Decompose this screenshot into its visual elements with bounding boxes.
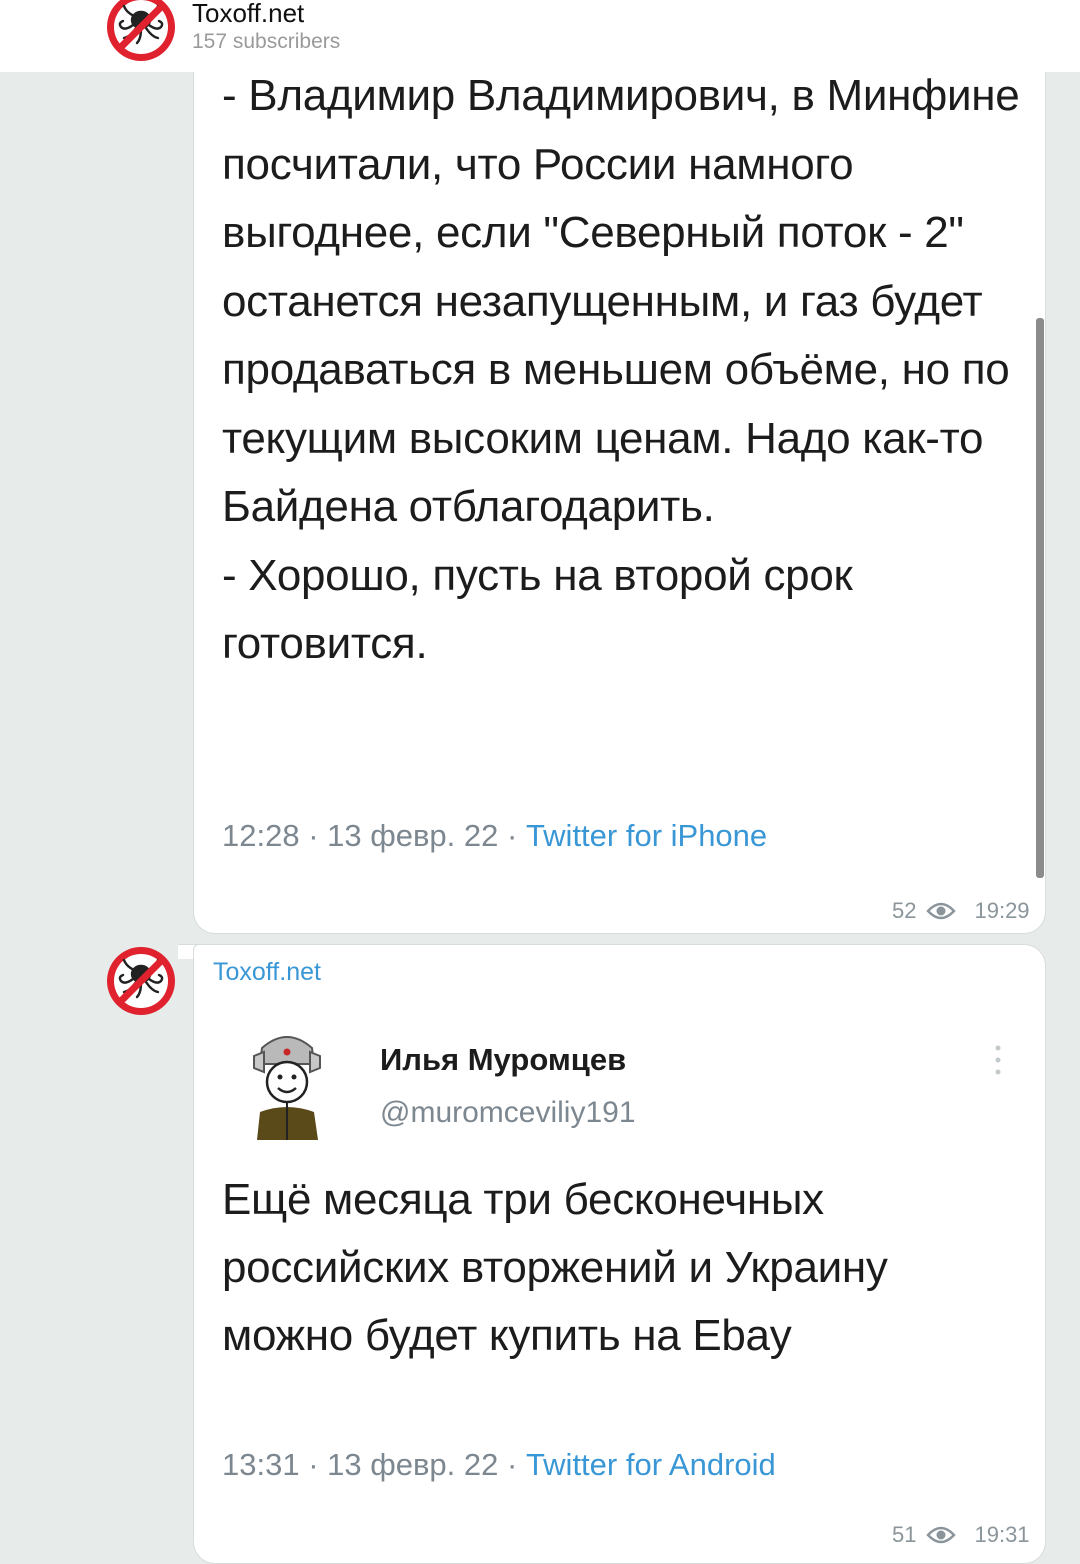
tweet-timestamp: 13:31 · 13 февр. 22 · xyxy=(222,1447,526,1482)
channel-avatar-icon[interactable] xyxy=(106,0,176,62)
sender-avatar-icon[interactable] xyxy=(106,946,176,1016)
eye-icon xyxy=(926,1526,957,1544)
message-info: 51 19:31 xyxy=(892,1522,1030,1548)
eye-icon xyxy=(926,902,957,920)
tweet-text: Ещё месяца три бесконечных российских вт… xyxy=(222,1175,888,1360)
sender-name[interactable]: Toxoff.net xyxy=(213,958,321,987)
message-time: 19:31 xyxy=(974,1522,1030,1547)
chat-header[interactable]: Toxoff.net 157 subscribers xyxy=(0,0,1080,72)
tweet-text: - Владимир Владимирович, в Минфине посчи… xyxy=(222,71,1020,668)
tweet-source: Twitter for iPhone xyxy=(525,818,768,853)
tweet-meta: 13:31 · 13 февр. 22 · Twitter for Androi… xyxy=(222,1447,776,1483)
image-edge-line xyxy=(1036,318,1044,878)
subscriber-count: 157 subscribers xyxy=(192,30,341,53)
tweet-author-name: Илья Муромцев xyxy=(380,1042,627,1077)
message-info: 52 19:29 xyxy=(892,898,1030,924)
message-time: 19:29 xyxy=(974,898,1030,923)
tweet-meta: 12:28 · 13 февр. 22 · Twitter for iPhone xyxy=(222,818,767,854)
view-count: 51 xyxy=(892,1522,917,1547)
more-vertical-icon xyxy=(995,1045,1001,1075)
channel-title[interactable]: Toxoff.net xyxy=(192,0,304,29)
view-count: 52 xyxy=(892,898,917,923)
tweet-source: Twitter for Android xyxy=(525,1447,776,1482)
tweet-author-avatar-icon xyxy=(233,1030,341,1140)
tweet-timestamp: 12:28 · 13 февр. 22 · xyxy=(222,818,526,853)
tweet-author-handle: @muromceviliy191 xyxy=(380,1096,636,1129)
